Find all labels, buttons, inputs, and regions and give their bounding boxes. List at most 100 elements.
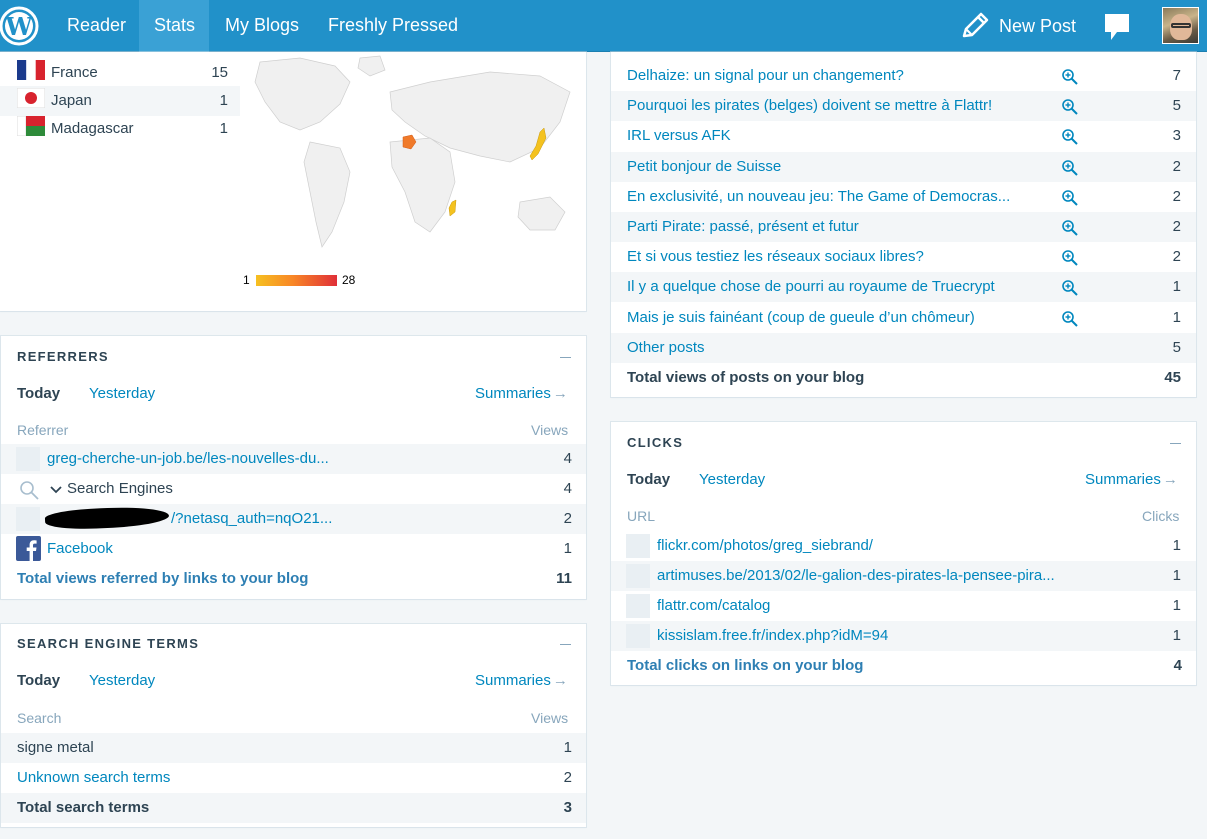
summaries-link[interactable]: Summaries → <box>475 385 568 402</box>
arrow-right-icon: → <box>552 385 568 402</box>
tab-yesterday[interactable]: Yesterday <box>699 471 765 488</box>
row-clicks: 1 <box>1172 537 1181 554</box>
zoom-in-icon[interactable] <box>1061 128 1079 150</box>
zoom-in-icon[interactable] <box>1061 219 1079 241</box>
table-row[interactable]: En exclusivité, un nouveau jeu: The Game… <box>611 182 1196 212</box>
table-row[interactable]: Facebook 1 <box>1 534 586 564</box>
country-name: Madagascar <box>51 120 134 137</box>
post-title-link[interactable]: Mais je suis fainéant (coup de gueule d’… <box>627 309 975 326</box>
notifications-icon[interactable] <box>1104 13 1130 41</box>
facebook-icon <box>16 536 41 561</box>
table-row: signe metal 1 <box>1 733 586 763</box>
other-posts-link[interactable]: Other posts <box>627 339 705 356</box>
total-label[interactable]: Total clicks on links on your blog <box>627 657 863 674</box>
new-post-label: New Post <box>999 16 1077 36</box>
tab-yesterday[interactable]: Yesterday <box>89 385 155 402</box>
table-row[interactable]: IRL versus AFK 3 <box>611 121 1196 151</box>
post-title-link[interactable]: Pourquoi les pirates (belges) doivent se… <box>627 97 992 114</box>
referrer-link[interactable]: greg-cherche-un-job.be/les-nouvelles-du.… <box>47 450 329 467</box>
column-header-views: Views <box>531 710 569 726</box>
summaries-link[interactable]: Summaries → <box>475 672 568 689</box>
zoom-in-icon[interactable] <box>1061 98 1079 120</box>
post-title-link[interactable]: Parti Pirate: passé, présent et futur <box>627 218 859 235</box>
table-row[interactable]: artimuses.be/2013/02/le-galion-des-pirat… <box>611 561 1196 591</box>
card-title: Referrers <box>17 349 109 364</box>
other-posts-row[interactable]: Other posts 5 <box>611 332 1196 363</box>
row-views: 2 <box>1172 218 1181 235</box>
total-label: Total search terms <box>17 799 150 816</box>
zoom-in-icon[interactable] <box>1061 310 1079 332</box>
table-row[interactable]: Il y a quelque chose de pourri au royaum… <box>611 272 1196 303</box>
tab-today[interactable]: Today <box>17 385 60 402</box>
total-row: Total views referred by links to your bl… <box>1 564 586 594</box>
row-clicks: 1 <box>1172 627 1181 644</box>
table-row[interactable]: /?netasq_auth=nqO21... 2 <box>1 504 586 534</box>
legend-max: 28 <box>342 273 356 287</box>
row-views: 5 <box>1172 97 1181 115</box>
nav-my-blogs[interactable]: My Blogs <box>210 0 314 52</box>
click-url-link[interactable]: flattr.com/catalog <box>657 597 770 614</box>
table-row[interactable]: Mais je suis fainéant (coup de gueule d’… <box>611 303 1196 333</box>
table-row[interactable]: Et si vous testiez les réseaux sociaux l… <box>611 242 1196 272</box>
table-row[interactable]: Delhaize: un signal pour un changement? 7 <box>611 61 1196 91</box>
total-label[interactable]: Total views referred by links to your bl… <box>17 570 308 587</box>
click-url-link[interactable]: artimuses.be/2013/02/le-galion-des-pirat… <box>657 567 1055 584</box>
zoom-in-icon[interactable] <box>1061 249 1079 271</box>
tab-today[interactable]: Today <box>627 471 670 488</box>
site-favicon-icon <box>626 564 650 588</box>
flag-madagascar-icon <box>17 116 45 136</box>
country-row: Madagascar 1 <box>0 114 240 144</box>
unknown-terms-link[interactable]: Unknown search terms <box>17 769 170 786</box>
post-title-link[interactable]: IRL versus AFK <box>627 127 731 144</box>
referrer-label: Search Engines <box>67 480 173 497</box>
click-url-link[interactable]: kissislam.free.fr/index.php?idM=94 <box>657 627 888 644</box>
post-title-link[interactable]: Et si vous testiez les réseaux sociaux l… <box>627 248 924 265</box>
row-views: 4 <box>563 450 572 467</box>
summaries-link[interactable]: Summaries → <box>1085 471 1178 488</box>
table-row[interactable]: Unknown search terms 2 <box>1 763 586 793</box>
zoom-in-icon[interactable] <box>1061 279 1079 301</box>
nav-stats[interactable]: Stats <box>139 0 209 52</box>
post-title-link[interactable]: Petit bonjour de Suisse <box>627 158 781 175</box>
row-views: 2 <box>563 510 572 527</box>
tab-today[interactable]: Today <box>17 672 60 689</box>
row-views: 2 <box>1172 187 1181 205</box>
world-map[interactable] <box>240 52 580 257</box>
column-header-clicks: Clicks <box>1142 508 1180 524</box>
svg-text:W: W <box>5 12 34 41</box>
post-title-link[interactable]: Il y a quelque chose de pourri au royaum… <box>627 278 995 295</box>
zoom-in-icon[interactable] <box>1061 68 1079 90</box>
chevron-down-icon[interactable] <box>50 486 62 494</box>
avatar[interactable] <box>1162 7 1199 44</box>
wordpress-logo-icon[interactable]: W <box>0 4 40 48</box>
legend-gradient <box>256 275 337 286</box>
collapse-icon[interactable] <box>560 644 571 645</box>
table-row[interactable]: flattr.com/catalog 1 <box>611 591 1196 621</box>
table-row[interactable]: Pourquoi les pirates (belges) doivent se… <box>611 91 1196 122</box>
row-views: 2 <box>1172 248 1181 266</box>
table-row[interactable]: greg-cherche-un-job.be/les-nouvelles-du.… <box>1 444 586 474</box>
table-row[interactable]: kissislam.free.fr/index.php?idM=94 1 <box>611 621 1196 651</box>
summaries-label: Summaries <box>475 672 551 689</box>
table-row[interactable]: Search Engines 4 <box>1 474 586 504</box>
nav-reader[interactable]: Reader <box>52 0 141 52</box>
click-url-link[interactable]: flickr.com/photos/greg_siebrand/ <box>657 537 873 554</box>
post-title-link[interactable]: En exclusivité, un nouveau jeu: The Game… <box>627 188 1010 205</box>
table-row[interactable]: Petit bonjour de Suisse 2 <box>611 151 1196 182</box>
total-label: Total views of posts on your blog <box>627 369 865 386</box>
column-header-referrer: Referrer <box>17 422 69 438</box>
total-value: 11 <box>556 570 572 587</box>
referrer-link[interactable]: /?netasq_auth=nqO21... <box>171 510 332 527</box>
tab-yesterday[interactable]: Yesterday <box>89 672 155 689</box>
zoom-in-icon[interactable] <box>1061 189 1079 211</box>
table-row[interactable]: flickr.com/photos/greg_siebrand/1 <box>611 531 1196 561</box>
total-value: 4 <box>1173 657 1182 674</box>
site-favicon-icon <box>626 624 650 648</box>
nav-freshly-pressed[interactable]: Freshly Pressed <box>313 0 473 52</box>
table-row[interactable]: Parti Pirate: passé, présent et futur 2 <box>611 212 1196 242</box>
zoom-in-icon[interactable] <box>1061 159 1079 181</box>
collapse-icon[interactable] <box>1170 443 1181 444</box>
collapse-icon[interactable] <box>560 357 571 358</box>
post-title-link[interactable]: Delhaize: un signal pour un changement? <box>627 67 904 84</box>
referrer-link[interactable]: Facebook <box>47 540 113 557</box>
